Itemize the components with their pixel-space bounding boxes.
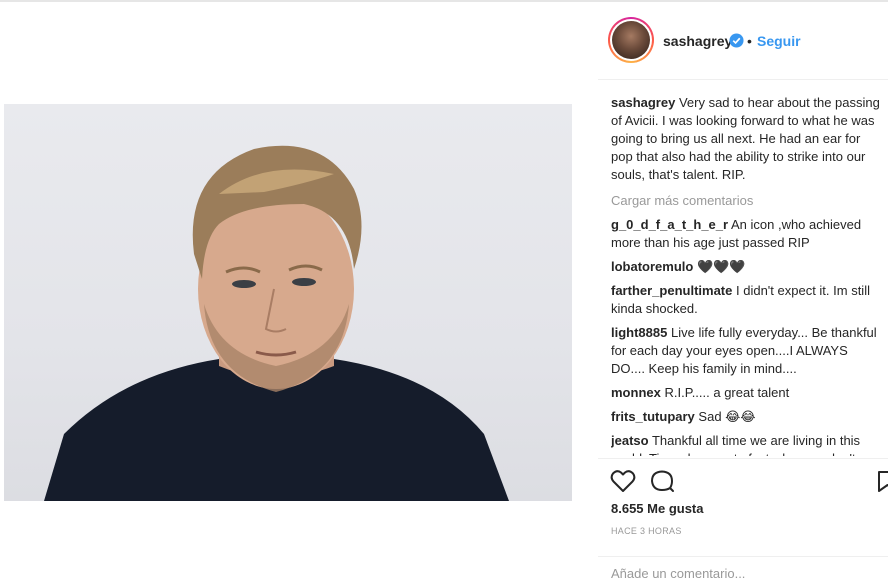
comment-text: Thankful all time we are living in this … [611,433,861,456]
heart-icon[interactable] [610,469,636,493]
comment-username[interactable]: light8885 [611,325,667,340]
comment-username[interactable]: frits_tutupary [611,409,695,424]
comment-text: R.I.P..... a great talent [664,385,790,400]
comment-item: farther_penultimate I didn't expect it. … [611,282,885,318]
comment-item: g_0_d_f_a_t_h_e_r An icon ,who achieved … [611,216,885,252]
avatar[interactable] [608,17,654,63]
post-timestamp[interactable]: HACE 3 HORAS [611,526,682,536]
comment-item: monnex R.I.P..... a great talent [611,384,885,402]
add-comment-bar [598,556,888,588]
action-bar [598,458,888,498]
avatar-image [612,21,650,59]
caption: sashagrey Very sad to hear about the pas… [611,94,885,184]
author-username[interactable]: sashagrey [663,33,732,49]
comment-text: Sad 😂😂 [698,409,756,424]
follow-button[interactable]: Seguir [757,33,801,49]
separator-dot: • [747,33,752,49]
comments-list[interactable]: sashagrey Very sad to hear about the pas… [611,94,885,456]
post-side-panel: sashagrey • Seguir sashagrey Very sad to… [598,2,888,588]
post-header: sashagrey • Seguir [598,2,888,80]
comment-icon[interactable] [650,469,676,493]
load-more-comments[interactable]: Cargar más comentarios [611,192,885,210]
comment-username[interactable]: lobatoremulo [611,259,693,274]
portrait-illustration [44,145,509,501]
comment-item: lobatoremulo 🖤🖤🖤 [611,258,885,276]
post-photo[interactable] [4,104,572,501]
comment-item: light8885 Live life fully everyday... Be… [611,324,885,378]
verified-badge-icon [729,33,744,48]
comment-username[interactable]: monnex [611,385,661,400]
caption-username[interactable]: sashagrey [611,95,675,110]
comment-username[interactable]: g_0_d_f_a_t_h_e_r [611,217,728,232]
bookmark-icon[interactable] [876,469,888,493]
comment-username[interactable]: farther_penultimate [611,283,732,298]
comment-item: jeatso Thankful all time we are living i… [611,432,885,456]
comment-input[interactable] [611,566,871,581]
comment-text: 🖤🖤🖤 [696,259,746,274]
comment-item: frits_tutupary Sad 😂😂 [611,408,885,426]
like-count[interactable]: 8.655 Me gusta [611,501,704,516]
comment-username[interactable]: jeatso [611,433,649,448]
